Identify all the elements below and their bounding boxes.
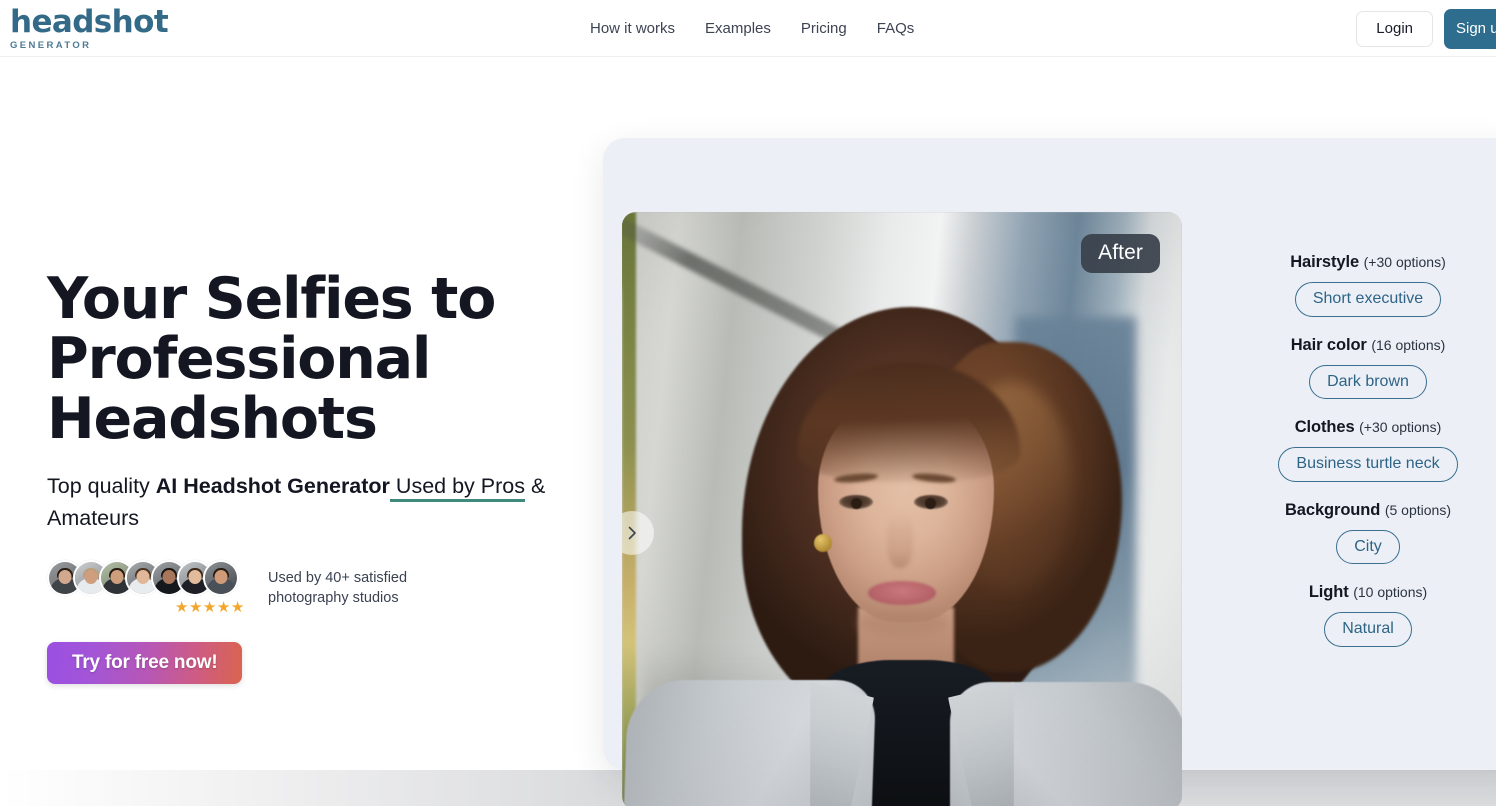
logo-subtitle: GENERATOR — [10, 40, 92, 51]
star-icon: ★ — [216, 599, 230, 616]
avatar-list — [47, 560, 254, 596]
main-nav: How it works Examples Pricing FAQs — [590, 0, 914, 57]
used-by-pros-link[interactable]: Used by Pros — [389, 474, 525, 502]
option-count: (16 options) — [1371, 336, 1446, 353]
option-name: Clothes — [1294, 418, 1355, 437]
header-actions: Login Sign up — [1356, 0, 1496, 57]
page-body: Your Selfies to Professional Headshots T… — [0, 57, 1496, 806]
avatars-group: ★ ★ ★ ★ ★ — [47, 560, 254, 616]
site-header: headshot GENERATOR How it works Examples… — [0, 0, 1496, 57]
option-name: Light — [1308, 583, 1349, 602]
option-name: Background — [1284, 500, 1381, 519]
avatar-head — [110, 570, 124, 585]
signup-button[interactable]: Sign up — [1444, 8, 1496, 49]
option-label: Hair color (16 options) — [1223, 336, 1496, 355]
star-icon: ★ — [175, 599, 188, 616]
headshot-photo: After — [622, 212, 1182, 806]
social-proof-text: Used by 40+ satisfied photography studio… — [268, 570, 408, 606]
option-group-background: Background (5 options) City — [1223, 501, 1496, 565]
option-value-light[interactable]: Natural — [1324, 612, 1412, 647]
nav-item-pricing[interactable]: Pricing — [801, 20, 847, 37]
photo-vignette — [622, 212, 1182, 806]
hero-left: Your Selfies to Professional Headshots T… — [47, 269, 567, 684]
bottom-band-fade — [0, 770, 620, 806]
avatar-head — [136, 570, 150, 585]
option-label: Background (5 options) — [1223, 501, 1496, 520]
try-for-free-button[interactable]: Try for free now! — [47, 642, 243, 684]
page-title: Your Selfies to Professional Headshots — [47, 266, 496, 452]
option-count: (+30 options) — [1359, 419, 1442, 436]
option-value-clothes[interactable]: Business turtle neck — [1278, 447, 1458, 482]
option-count: (+30 options) — [1363, 254, 1446, 270]
option-name: Hair color — [1290, 335, 1367, 354]
option-value-background[interactable]: City — [1336, 529, 1400, 565]
option-group-hair-color: Hair color (16 options) Dark brown — [1223, 336, 1496, 400]
after-badge: After — [1081, 234, 1160, 273]
chevron-right-icon — [628, 526, 636, 540]
star-icon: ★ — [202, 599, 216, 616]
hero-subtitle-lead: Top quality — [47, 474, 156, 498]
hero-subtitle-bold: AI Headshot Generator — [155, 474, 390, 498]
logo-wordmark: headshot — [10, 4, 169, 40]
option-name: Hairstyle — [1290, 253, 1360, 271]
avatar-head — [58, 570, 72, 585]
options-panel: Hairstyle (+30 options) Short executive … — [1223, 253, 1496, 647]
showcase-card: After Hairstyle (+30 options) Short exec… — [603, 138, 1496, 806]
option-label: Light (10 options) — [1223, 583, 1496, 602]
login-button[interactable]: Login — [1356, 10, 1433, 47]
star-icon: ★ — [230, 599, 244, 616]
avatar-head — [188, 570, 202, 585]
social-proof: ★ ★ ★ ★ ★ Used by 40+ satisfied photogra… — [47, 560, 567, 616]
option-count: (10 options) — [1353, 584, 1428, 601]
option-count: (5 options) — [1384, 501, 1451, 518]
star-icon: ★ — [188, 599, 202, 616]
avatar-head — [84, 570, 98, 585]
hero-subtitle: Top quality AI Headshot Generator Used b… — [47, 470, 547, 534]
option-group-hairstyle: Hairstyle (+30 options) Short executive — [1223, 253, 1496, 317]
nav-item-examples[interactable]: Examples — [705, 20, 771, 37]
option-label: Clothes (+30 options) — [1223, 418, 1496, 437]
nav-item-faqs[interactable]: FAQs — [877, 20, 915, 37]
avatar — [203, 560, 239, 596]
option-group-light: Light (10 options) Natural — [1223, 583, 1496, 647]
option-group-clothes: Clothes (+30 options) Business turtle ne… — [1223, 418, 1496, 482]
avatar-head — [214, 570, 228, 585]
option-value-hair-color[interactable]: Dark brown — [1309, 364, 1427, 400]
avatar-head — [162, 570, 176, 585]
logo[interactable]: headshot GENERATOR — [10, 4, 200, 52]
nav-item-how-it-works[interactable]: How it works — [590, 20, 675, 37]
option-value-hairstyle[interactable]: Short executive — [1294, 282, 1442, 317]
rating-stars: ★ ★ ★ ★ ★ — [175, 600, 244, 615]
option-label: Hairstyle (+30 options) — [1223, 253, 1496, 272]
